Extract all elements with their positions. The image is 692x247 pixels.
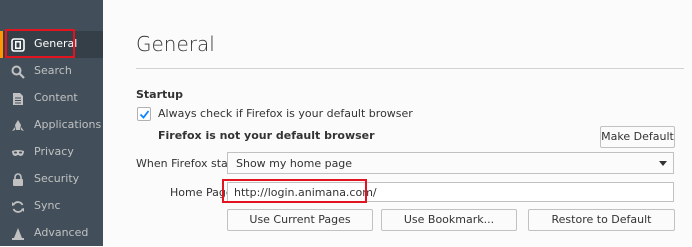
restore-default-button[interactable]: Restore to Default bbox=[528, 209, 675, 231]
divider bbox=[136, 68, 684, 69]
sidebar-item-search[interactable]: Search bbox=[0, 58, 103, 85]
default-browser-checkbox[interactable] bbox=[137, 107, 151, 121]
sidebar-item-label: Search bbox=[34, 64, 72, 77]
use-bookmark-button[interactable]: Use Bookmark... bbox=[381, 209, 517, 231]
sidebar-item-label: Privacy bbox=[34, 145, 74, 158]
not-default-text: Firefox is not your default browser bbox=[158, 129, 375, 142]
use-current-pages-button[interactable]: Use Current Pages bbox=[227, 209, 373, 231]
privacy-mask-icon bbox=[11, 146, 25, 160]
sidebar-item-security[interactable]: Security bbox=[0, 166, 103, 193]
startup-heading: Startup bbox=[136, 88, 183, 101]
sidebar-item-label: Security bbox=[34, 172, 80, 185]
sidebar-item-advanced[interactable]: Advanced bbox=[0, 220, 103, 247]
checkmark-icon bbox=[139, 110, 150, 119]
highlight-home-page bbox=[222, 179, 367, 203]
wizard-hat-icon bbox=[11, 227, 25, 241]
content-icon bbox=[11, 92, 25, 106]
main-panel: General Startup Always check if Firefox … bbox=[103, 0, 692, 246]
sidebar-item-label: Content bbox=[34, 91, 78, 104]
sync-icon bbox=[11, 200, 25, 214]
sidebar-item-content[interactable]: Content bbox=[0, 85, 103, 112]
sidebar-item-privacy[interactable]: Privacy bbox=[0, 139, 103, 166]
sidebar-item-label: Sync bbox=[34, 199, 61, 212]
make-default-button[interactable]: Make Default bbox=[600, 126, 675, 148]
dropdown-arrow-icon bbox=[659, 161, 667, 166]
when-starts-select[interactable]: Show my home page bbox=[227, 152, 674, 174]
applications-icon bbox=[11, 119, 25, 133]
default-browser-check-label[interactable]: Always check if Firefox is your default … bbox=[158, 107, 413, 120]
page-title: General bbox=[136, 32, 215, 56]
highlight-general bbox=[5, 29, 75, 58]
sidebar-item-applications[interactable]: Applications bbox=[0, 112, 103, 139]
sidebar-item-label: Advanced bbox=[34, 226, 89, 239]
when-starts-value: Show my home page bbox=[236, 157, 353, 170]
sidebar-item-sync[interactable]: Sync bbox=[0, 193, 103, 220]
search-icon bbox=[11, 65, 25, 79]
lock-icon bbox=[11, 173, 25, 187]
sidebar-item-label: Applications bbox=[34, 118, 102, 131]
